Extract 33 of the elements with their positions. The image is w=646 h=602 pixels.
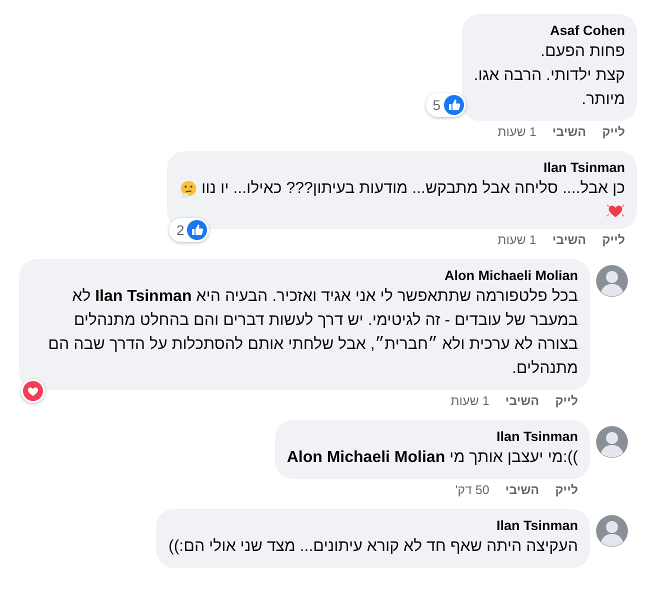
avatar[interactable] (596, 515, 628, 547)
reaction-badge[interactable] (21, 379, 45, 403)
reply-link[interactable]: השיבי (552, 233, 586, 247)
comment-author[interactable]: Ilan Tsinman (286, 428, 578, 446)
like-link[interactable]: לייק (602, 233, 625, 247)
comment-text: העקיצה היתה שאף חד לא קורא עיתונים... מצד שני אולי הם:)) (168, 537, 578, 557)
avatar[interactable] (596, 265, 628, 297)
comment-text: כן אבל.... סליחה אבל מתבקש... מודעות בעיתון??? כאילו... יו נוו (201, 179, 625, 199)
comment-time[interactable]: 1 שעות (498, 125, 536, 139)
comment-text: מיותר. (580, 90, 625, 110)
comment-author[interactable]: Alon Michaeli Molian (31, 267, 578, 285)
like-icon (444, 95, 464, 115)
like-link[interactable]: לייק (602, 125, 625, 139)
comment-author[interactable]: Ilan Tsinman (168, 517, 578, 535)
avatar[interactable] (596, 426, 628, 458)
comment-time[interactable]: 1 שעות (498, 233, 536, 247)
reply-link[interactable]: השיבי (505, 394, 540, 408)
reply-link[interactable]: השיבי (505, 483, 540, 497)
reaction-badge[interactable]: 5 (426, 93, 466, 117)
like-link[interactable]: לייק (555, 394, 578, 408)
reaction-count: 5 (432, 97, 441, 113)
thinking-face-icon (179, 180, 198, 198)
like-icon (187, 220, 208, 240)
comment-author[interactable]: Asaf Cohen (474, 22, 625, 40)
comment-text: קצת ילדותי. הרבה אגו. (474, 66, 625, 86)
reaction-count: 2 (175, 222, 184, 238)
like-link[interactable]: לייק (555, 483, 578, 497)
reaction-badge[interactable]: 2 (169, 218, 210, 242)
comment-time[interactable]: 1 שעות (450, 394, 490, 408)
reply-link[interactable]: השיבי (552, 125, 586, 139)
comment-author[interactable]: Ilan Tsinman (179, 159, 625, 177)
comment-text: פחות הפעם. (540, 42, 625, 62)
comment-time[interactable]: 50 דק' (455, 483, 490, 497)
